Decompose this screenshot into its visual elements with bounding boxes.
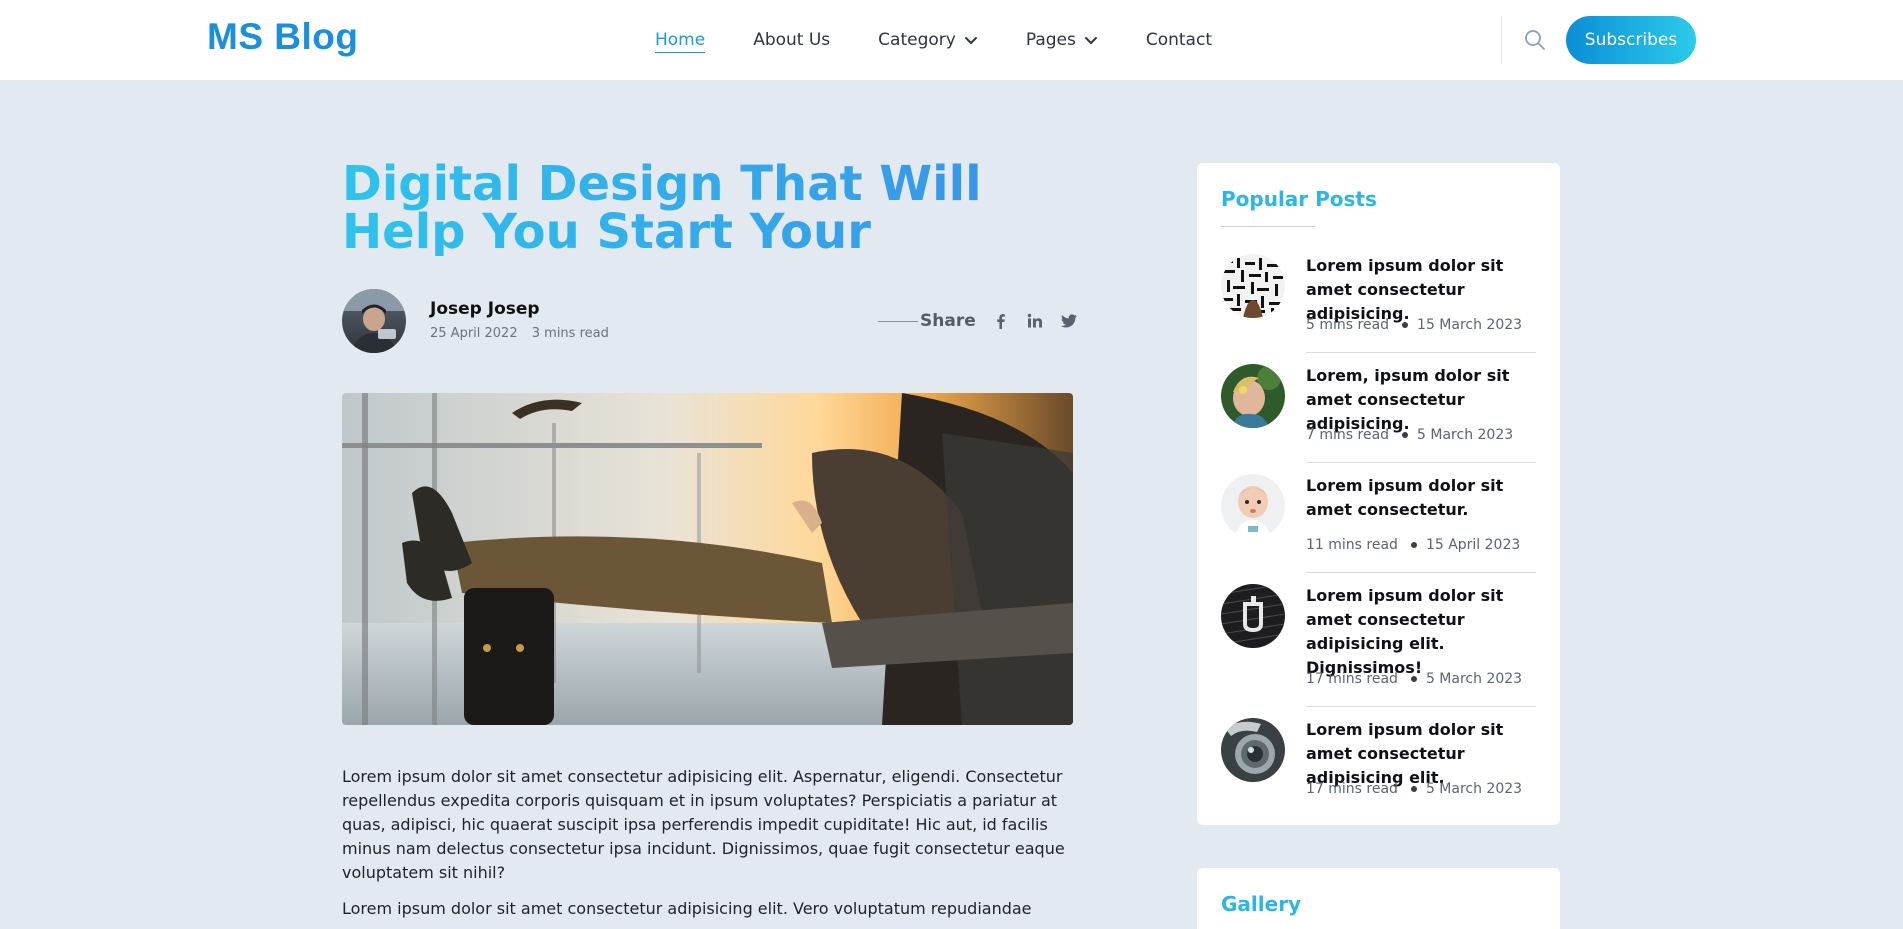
article-hero-image [342,393,1073,725]
nav-item-home[interactable]: Home [655,30,706,53]
post-read-time: 5 mins read [1306,317,1390,333]
author-meta: 25 April 2022 3 mins read [430,326,609,341]
post-read-time: 17 mins read [1306,781,1398,797]
share-label: Share [920,311,976,331]
popular-post-title[interactable]: Lorem ipsum dolor sit amet consectetur a… [1306,254,1536,326]
gallery-title: Gallery [1221,892,1302,916]
popular-post-item[interactable]: Lorem, ipsum dolor sit amet consectetur … [1221,364,1536,474]
post-date: 5 March 2023 [1417,427,1514,443]
item-separator [1306,352,1536,353]
post-read-time: 7 mins read [1306,427,1390,443]
nav-label: About Us [753,30,831,50]
popular-post-item[interactable]: Lorem ipsum dolor sit amet consectetur. … [1221,474,1536,584]
popular-post-item[interactable]: Lorem ipsum dolor sit amet consectetur a… [1221,584,1536,707]
nav-label: Category [878,30,956,50]
meta-dot [1410,676,1417,682]
post-read-time: 3 mins read [531,326,609,341]
post-thumbnail [1221,474,1285,538]
gallery-card: Gallery [1197,868,1560,929]
popular-post-meta: 5 mins read 15 March 2023 [1306,317,1522,333]
post-date: 25 April 2022 [430,326,518,341]
author-name[interactable]: Josep Josep [430,299,540,319]
nav-label: Home [655,30,706,50]
author-photo [342,289,406,353]
chevron-down-icon [1084,37,1097,44]
popular-posts-title: Popular Posts [1221,187,1377,211]
post-date: 5 March 2023 [1425,671,1523,687]
article-paragraph: Lorem ipsum dolor sit amet consectetur a… [342,767,1065,882]
title-underline [1221,226,1315,227]
popular-post-meta: 17 mins read 5 March 2023 [1306,781,1522,797]
post-thumbnail [1221,254,1285,318]
site-logo[interactable]: MS Blog [207,16,358,58]
airport-lounge-photo [342,393,1073,725]
author-avatar [342,289,406,353]
post-thumbnail [1221,364,1285,428]
nav-item-contact[interactable]: Contact [1146,30,1212,50]
nav-item-pages[interactable]: Pages [1026,30,1098,50]
post-read-time: 11 mins read [1306,537,1398,553]
share-bar: Share [878,310,1094,332]
twitter-icon[interactable] [1060,312,1078,330]
popular-post-title[interactable]: Lorem ipsum dolor sit amet consectetur a… [1306,718,1536,790]
maze-pattern-image [1221,254,1285,318]
facebook-icon[interactable] [992,312,1010,330]
article-paragraph: Lorem ipsum dolor sit amet consectetur a… [342,899,1032,918]
subscribe-button[interactable]: Subscribes [1566,16,1696,64]
item-separator [1306,462,1536,463]
popular-post-item[interactable]: Lorem ipsum dolor sit amet consectetur a… [1221,254,1536,364]
item-separator [1306,572,1536,573]
article-title: Digital Design That Will Help You Start … [342,160,1102,256]
header-divider [1501,16,1502,64]
item-separator [1306,706,1536,707]
meta-dot [1402,322,1409,328]
child-portrait-image [1221,364,1285,428]
search-icon[interactable] [1523,28,1547,52]
nav-label: Pages [1025,30,1076,50]
popular-post-title[interactable]: Lorem, ipsum dolor sit amet consectetur … [1306,364,1536,436]
meta-dot [1410,786,1417,792]
post-date: 5 March 2023 [1425,781,1523,797]
abstract-dark-image [1221,584,1285,648]
chevron-down-icon [964,37,977,44]
meta-dot [1402,432,1409,438]
baby-portrait-image [1221,474,1285,538]
post-read-time: 17 mins read [1306,671,1398,687]
popular-posts-card: Popular Posts Lorem ipsum dolor sit amet… [1197,163,1560,825]
top-navbar: MS Blog Home About Us Category Pages Con… [0,0,1903,80]
post-date: 15 April 2023 [1425,537,1521,553]
post-date: 15 March 2023 [1417,317,1523,333]
popular-post-meta: 11 mins read 15 April 2023 [1306,537,1520,553]
post-thumbnail [1221,718,1285,782]
post-thumbnail [1221,584,1285,648]
popular-post-meta: 7 mins read 5 March 2023 [1306,427,1513,443]
linkedin-icon[interactable] [1026,312,1044,330]
nav-item-about-us[interactable]: About Us [753,30,830,50]
nav-label: Contact [1145,30,1212,50]
popular-post-title[interactable]: Lorem ipsum dolor sit amet consectetur a… [1306,584,1536,680]
main-nav: Home About Us Category Pages Contact [655,0,1260,80]
share-line [878,320,918,322]
meta-dot [1410,542,1417,548]
popular-post-title[interactable]: Lorem ipsum dolor sit amet consectetur. [1306,474,1536,522]
popular-post-meta: 17 mins read 5 March 2023 [1306,671,1522,687]
popular-post-item[interactable]: Lorem ipsum dolor sit amet consectetur a… [1221,718,1536,828]
nav-item-category[interactable]: Category [878,30,978,50]
camera-lens-image [1221,718,1285,782]
